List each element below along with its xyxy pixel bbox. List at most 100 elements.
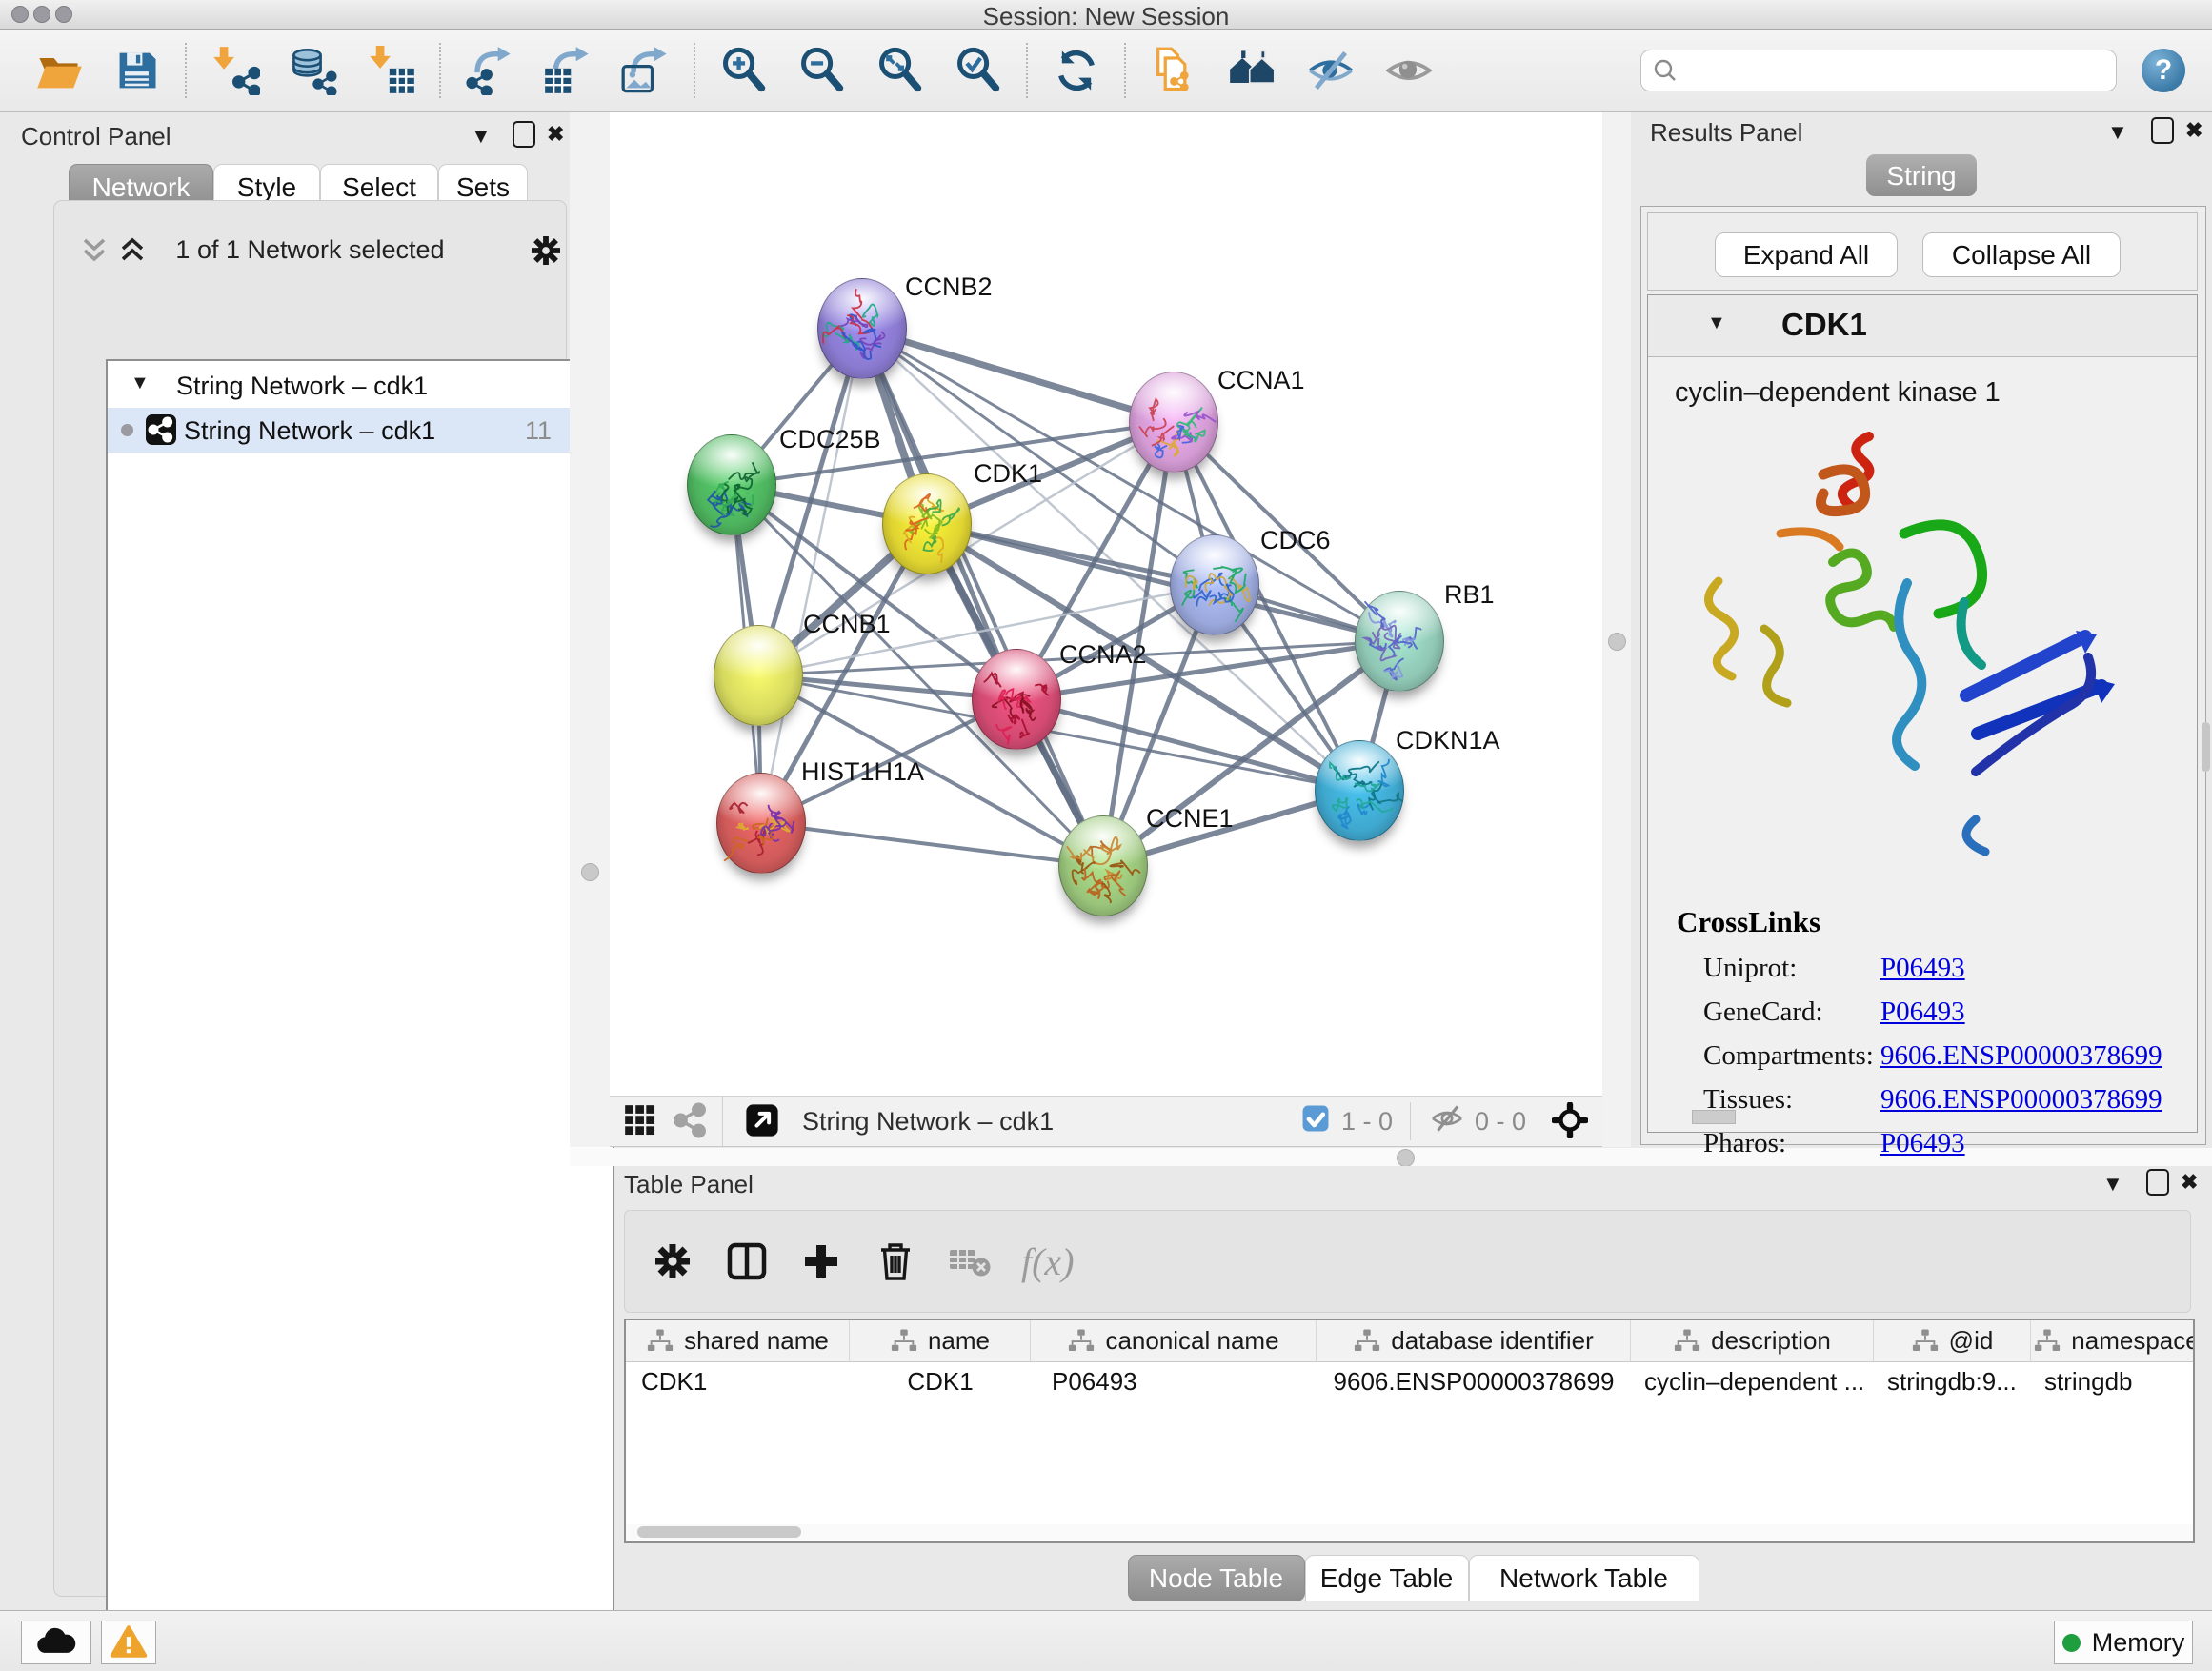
table-cell[interactable]: P06493 (1031, 1361, 1317, 1401)
network-node-rb1[interactable] (1355, 591, 1444, 692)
network-node-ccna2[interactable] (972, 649, 1061, 750)
zoom-out-button[interactable] (795, 44, 849, 97)
results-vscroll-thumb[interactable] (2202, 722, 2210, 772)
search-input[interactable] (1685, 55, 2104, 87)
graphics-details-button[interactable] (1382, 44, 1436, 97)
hidden-eye-icon[interactable] (1429, 1100, 1465, 1143)
crosslink-link[interactable]: P06493 (1880, 997, 1965, 1028)
control-panel-close-icon[interactable]: ✖ (547, 122, 564, 147)
results-panel-float-icon[interactable] (2151, 117, 2174, 150)
export-network-button[interactable] (463, 44, 516, 97)
control-panel-float-icon[interactable] (513, 121, 535, 153)
expand-all-button[interactable]: Expand All (1715, 232, 1898, 277)
zoom-in-button[interactable] (717, 44, 771, 97)
cdk1-section-header[interactable]: ▼ CDK1 (1648, 295, 2197, 357)
network-node-ccnb1[interactable] (714, 625, 803, 726)
network-node-cdk1[interactable] (882, 473, 972, 574)
zoom-selected-button[interactable] (952, 44, 1005, 97)
help-button[interactable]: ? (2142, 49, 2185, 92)
gene-description: cyclin–dependent kinase 1 (1675, 377, 2001, 409)
search-box[interactable] (1640, 50, 2117, 91)
import-network-file-button[interactable] (209, 44, 262, 97)
crosslink-link[interactable]: 9606.ENSP00000378699 (1880, 1084, 2162, 1116)
tab-network-table[interactable]: Network Table (1469, 1555, 1699, 1601)
table-hscroll-thumb[interactable] (637, 1526, 801, 1538)
network-view-title: String Network – cdk1 (802, 1107, 1054, 1137)
memory-label: Memory (2092, 1628, 2185, 1658)
table-cell[interactable]: CDK1 (626, 1361, 850, 1401)
network-node-cdkn1a[interactable] (1315, 740, 1404, 841)
column-header-name[interactable]: name (850, 1320, 1031, 1361)
column-header-sharedname[interactable]: shared name (626, 1320, 850, 1361)
export-table-button[interactable] (541, 44, 594, 97)
control-panel-menu-icon[interactable]: ▼ (471, 124, 492, 149)
gear-icon[interactable] (527, 232, 565, 274)
grid-view-icon[interactable] (621, 1102, 659, 1140)
table-panel-close-icon[interactable]: ✖ (2181, 1170, 2198, 1195)
table-cell[interactable]: cyclin–dependent ... (1631, 1361, 1874, 1401)
crosslink-link[interactable]: P06493 (1880, 1128, 1965, 1159)
left-splitter[interactable] (570, 112, 610, 1147)
network-tree-root-row[interactable]: ▼ String Network – cdk1 1 (108, 363, 613, 408)
table-settings-gear-icon[interactable] (650, 1238, 695, 1284)
cloud-button[interactable] (21, 1621, 91, 1664)
refresh-button[interactable] (1050, 44, 1103, 97)
node-table[interactable]: shared name name canonical name database… (624, 1319, 2195, 1543)
section-collapse-icon[interactable]: ▼ (1707, 312, 1726, 334)
open-in-new-window-icon[interactable] (743, 1102, 781, 1140)
collapse-triangle-icon[interactable]: ▼ (131, 372, 150, 394)
table-panel-menu-icon[interactable]: ▼ (2102, 1172, 2123, 1197)
memory-button[interactable]: Memory (2054, 1621, 2193, 1664)
tab-string[interactable]: String (1866, 154, 1977, 196)
string-home-button[interactable] (1226, 44, 1279, 97)
table-cell[interactable]: CDK1 (850, 1361, 1031, 1401)
selected-checkbox-icon[interactable] (1299, 1102, 1332, 1141)
crosslink-link[interactable]: P06493 (1880, 953, 1965, 984)
column-header-canonicalname[interactable]: canonical name (1031, 1320, 1317, 1361)
results-hscroll-thumb[interactable] (1692, 1110, 1736, 1124)
tab-edge-table[interactable]: Edge Table (1305, 1555, 1469, 1601)
table-cell[interactable]: stringdb (2031, 1361, 2195, 1401)
network-node-hist1h1a[interactable] (716, 773, 806, 874)
results-panel-menu-icon[interactable]: ▼ (2107, 120, 2128, 145)
column-header-description[interactable]: description (1631, 1320, 1874, 1361)
results-panel-close-icon[interactable]: ✖ (2185, 118, 2202, 143)
add-column-plus-icon[interactable] (798, 1238, 844, 1284)
column-header-namespace[interactable]: namespace (2031, 1320, 2195, 1361)
warning-button[interactable] (101, 1621, 156, 1664)
zoom-fit-button[interactable] (874, 44, 927, 97)
hide-panel-button[interactable] (1304, 44, 1357, 97)
show-columns-icon[interactable] (724, 1238, 770, 1284)
network-tree-row[interactable]: String Network – cdk1 11 48 (108, 408, 613, 453)
column-header-databaseidentifier[interactable]: database identifier (1317, 1320, 1631, 1361)
collapse-all-button[interactable]: Collapse All (1922, 232, 2121, 277)
right-splitter[interactable] (1602, 112, 1631, 1147)
delete-column-trash-icon[interactable] (873, 1238, 918, 1284)
network-node-cdc6[interactable] (1170, 534, 1259, 635)
network-node-ccnb2[interactable] (817, 278, 907, 379)
hidden-count: 0 - 0 (1475, 1107, 1526, 1137)
network-node-cdc25b[interactable] (687, 434, 776, 535)
node-label-ccnb2: CCNB2 (905, 272, 993, 302)
table-hscrollbar[interactable] (626, 1524, 2193, 1540)
table-panel-float-icon[interactable] (2146, 1169, 2169, 1201)
clone-network-button[interactable] (1148, 44, 1201, 97)
export-image-button[interactable] (619, 44, 673, 97)
network-node-ccne1[interactable] (1058, 815, 1148, 916)
crosshair-icon[interactable] (1551, 1102, 1589, 1140)
import-table-button[interactable] (365, 44, 418, 97)
save-session-button[interactable] (111, 44, 164, 97)
open-file-button[interactable] (32, 44, 86, 97)
crosslink-link[interactable]: 9606.ENSP00000378699 (1880, 1040, 2162, 1072)
delete-table-icon-disabled (947, 1238, 993, 1284)
network-current-dot (121, 424, 133, 436)
table-cell[interactable]: stringdb:9... (1874, 1361, 2031, 1401)
network-node-ccna1[interactable] (1129, 372, 1218, 473)
column-header-id[interactable]: @id (1874, 1320, 2031, 1361)
table-cell[interactable]: 9606.ENSP00000378699 (1317, 1361, 1631, 1401)
network-canvas[interactable]: CCNB2CCNA1CDC25BCDK1CDC6RB1CCNB1CCNA2CDK… (610, 112, 1602, 1096)
table-row[interactable]: CDK1CDK1P064939606.ENSP00000378699cyclin… (626, 1361, 2193, 1401)
import-network-database-button[interactable] (287, 44, 340, 97)
share-view-icon[interactable] (671, 1102, 709, 1140)
tab-node-table[interactable]: Node Table (1128, 1555, 1305, 1601)
